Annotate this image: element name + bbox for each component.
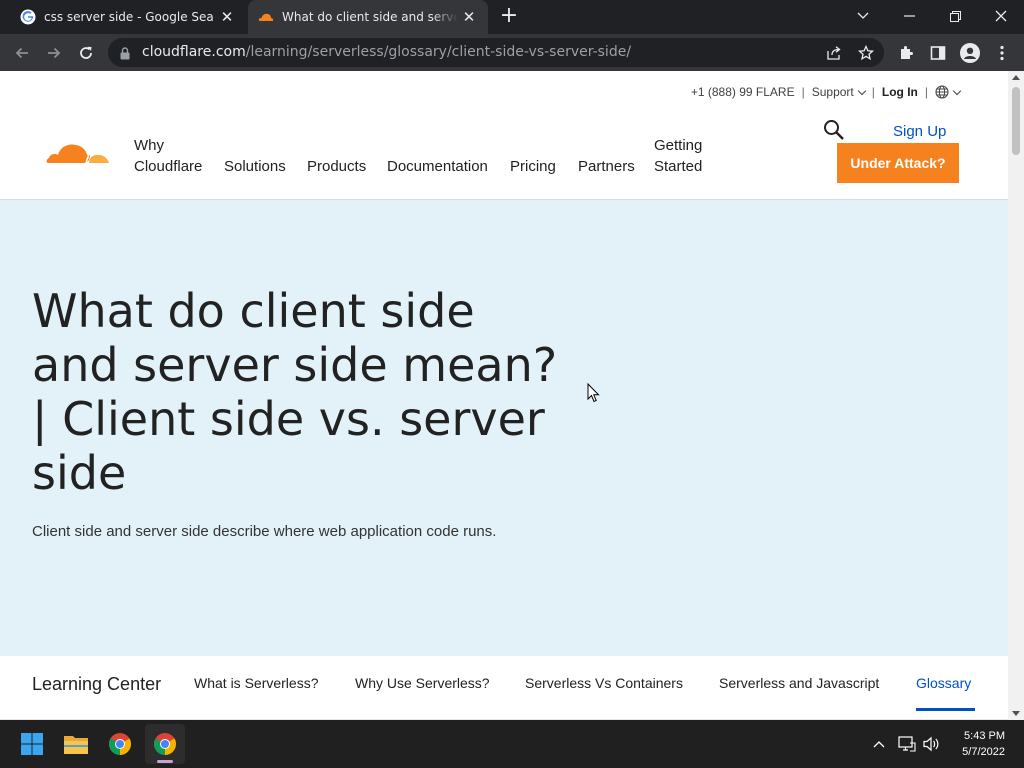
profile-avatar-icon[interactable] <box>958 41 982 65</box>
close-tab-icon[interactable]: ✕ <box>460 8 478 26</box>
page-title: What do client side and server side mean… <box>32 284 558 500</box>
nav-label-line2: Started <box>654 158 703 175</box>
separator: | <box>801 85 805 99</box>
nav-documentation[interactable]: Documentation <box>387 156 488 177</box>
support-label: Support <box>811 85 854 99</box>
page-scrollbar[interactable] <box>1008 71 1024 720</box>
google-icon <box>20 9 36 25</box>
clock-time: 5:43 PM <box>964 730 1005 742</box>
scroll-up-arrow-icon[interactable] <box>1012 75 1020 80</box>
close-window-button[interactable] <box>978 0 1024 32</box>
nav-products[interactable]: Products <box>307 156 366 177</box>
tab-title: css server side - Google Search <box>44 10 214 24</box>
mouse-cursor-icon <box>587 382 600 407</box>
windows-start-icon[interactable] <box>12 724 52 764</box>
restore-button[interactable] <box>932 0 978 32</box>
active-app-indicator <box>157 760 173 763</box>
chevron-down-icon <box>952 86 962 95</box>
cloudflare-icon <box>258 9 274 25</box>
subnav-item-serverless-vs-containers[interactable]: Serverless Vs Containers <box>525 675 683 691</box>
login-link[interactable]: Log In <box>882 85 918 99</box>
url-text: cloudflare.com/learning/serverless/gloss… <box>142 44 632 60</box>
network-icon[interactable] <box>897 734 917 754</box>
chrome-taskbar-icon-active[interactable] <box>145 724 185 764</box>
nav-label: Solutions <box>224 158 286 175</box>
language-selector[interactable] <box>935 85 962 99</box>
hero-section: What do client side and server side mean… <box>0 200 1008 656</box>
search-icon[interactable] <box>823 119 845 145</box>
nav-pricing[interactable]: Pricing <box>510 156 556 177</box>
nav-label: Products <box>307 158 367 175</box>
signup-link[interactable]: Sign Up <box>893 123 946 140</box>
reload-icon[interactable] <box>72 39 100 67</box>
file-explorer-icon[interactable] <box>56 724 96 764</box>
volume-icon[interactable] <box>921 734 941 754</box>
nav-why-cloudflare[interactable]: Why Cloudflare <box>134 135 202 177</box>
hero-description: Client side and server side describe whe… <box>32 523 497 540</box>
under-attack-button[interactable]: Under Attack? <box>837 143 959 183</box>
scrollbar-thumb[interactable] <box>1012 87 1020 155</box>
subnav-item-glossary[interactable]: Glossary <box>916 675 971 691</box>
learning-center-subnav: Learning Center What is Serverless? Why … <box>0 656 1008 720</box>
separator: | <box>871 85 875 99</box>
bookmark-star-icon[interactable] <box>856 43 876 63</box>
utility-bar: +1 (888) 99 FLARE | Support | Log In | <box>691 85 962 99</box>
show-hidden-icons-chevron-up-icon[interactable] <box>870 734 888 754</box>
nav-getting-started[interactable]: Getting Started <box>654 135 702 177</box>
nav-label: Pricing <box>510 158 556 175</box>
back-icon[interactable] <box>8 39 36 67</box>
browser-toolbar: cloudflare.com/learning/serverless/gloss… <box>0 34 1024 71</box>
cloudflare-logo[interactable] <box>46 135 110 169</box>
subnav-item-serverless-and-javascript[interactable]: Serverless and Javascript <box>719 675 879 691</box>
clock-date: 5/7/2022 <box>962 746 1005 758</box>
nav-partners[interactable]: Partners <box>578 156 635 177</box>
lock-icon <box>120 45 130 64</box>
close-tab-icon[interactable]: ✕ <box>218 8 236 26</box>
side-panel-icon[interactable] <box>926 41 950 65</box>
support-dropdown[interactable]: Support <box>811 85 866 99</box>
windows-taskbar: 5:43 PM 5/7/2022 <box>0 720 1024 768</box>
tab-google-search[interactable]: css server side - Google Search ✕ <box>8 0 246 34</box>
tab-title: What do client side and server side mean… <box>282 10 458 24</box>
forward-icon[interactable] <box>40 39 68 67</box>
learning-center-title[interactable]: Learning Center <box>32 674 161 695</box>
nav-solutions[interactable]: Solutions <box>224 156 286 177</box>
extensions-icon[interactable] <box>894 41 918 65</box>
tab-search-icon[interactable] <box>840 0 886 32</box>
scroll-down-arrow-icon[interactable] <box>1012 711 1020 716</box>
new-tab-button[interactable]: + <box>498 5 520 28</box>
menu-kebab-icon[interactable] <box>990 41 1014 65</box>
share-icon[interactable] <box>824 43 844 63</box>
minimize-button[interactable] <box>886 0 932 32</box>
page-viewport: +1 (888) 99 FLARE | Support | Log In | W… <box>0 71 1008 720</box>
nav-label: Partners <box>578 158 635 175</box>
subnav-item-why-use-serverless[interactable]: Why Use Serverless? <box>355 675 490 691</box>
nav-label: Documentation <box>387 158 488 175</box>
chevron-down-icon <box>857 86 866 95</box>
nav-label-line2: Cloudflare <box>134 158 203 175</box>
globe-icon <box>935 85 949 99</box>
tab-cloudflare-active[interactable]: What do client side and server side mean… <box>248 0 488 34</box>
active-tab-underline <box>916 708 975 711</box>
subnav-item-what-is-serverless[interactable]: What is Serverless? <box>194 675 318 691</box>
separator: | <box>924 85 928 99</box>
tab-strip: css server side - Google Search ✕ What d… <box>0 0 1024 34</box>
system-clock[interactable]: 5:43 PM 5/7/2022 <box>962 728 1005 760</box>
phone-link[interactable]: +1 (888) 99 FLARE <box>691 85 795 99</box>
chrome-taskbar-icon[interactable] <box>100 724 140 764</box>
nav-label-line1: Why <box>134 137 164 154</box>
address-bar[interactable]: cloudflare.com/learning/serverless/gloss… <box>108 38 884 67</box>
nav-label-line1: Getting <box>654 137 703 154</box>
